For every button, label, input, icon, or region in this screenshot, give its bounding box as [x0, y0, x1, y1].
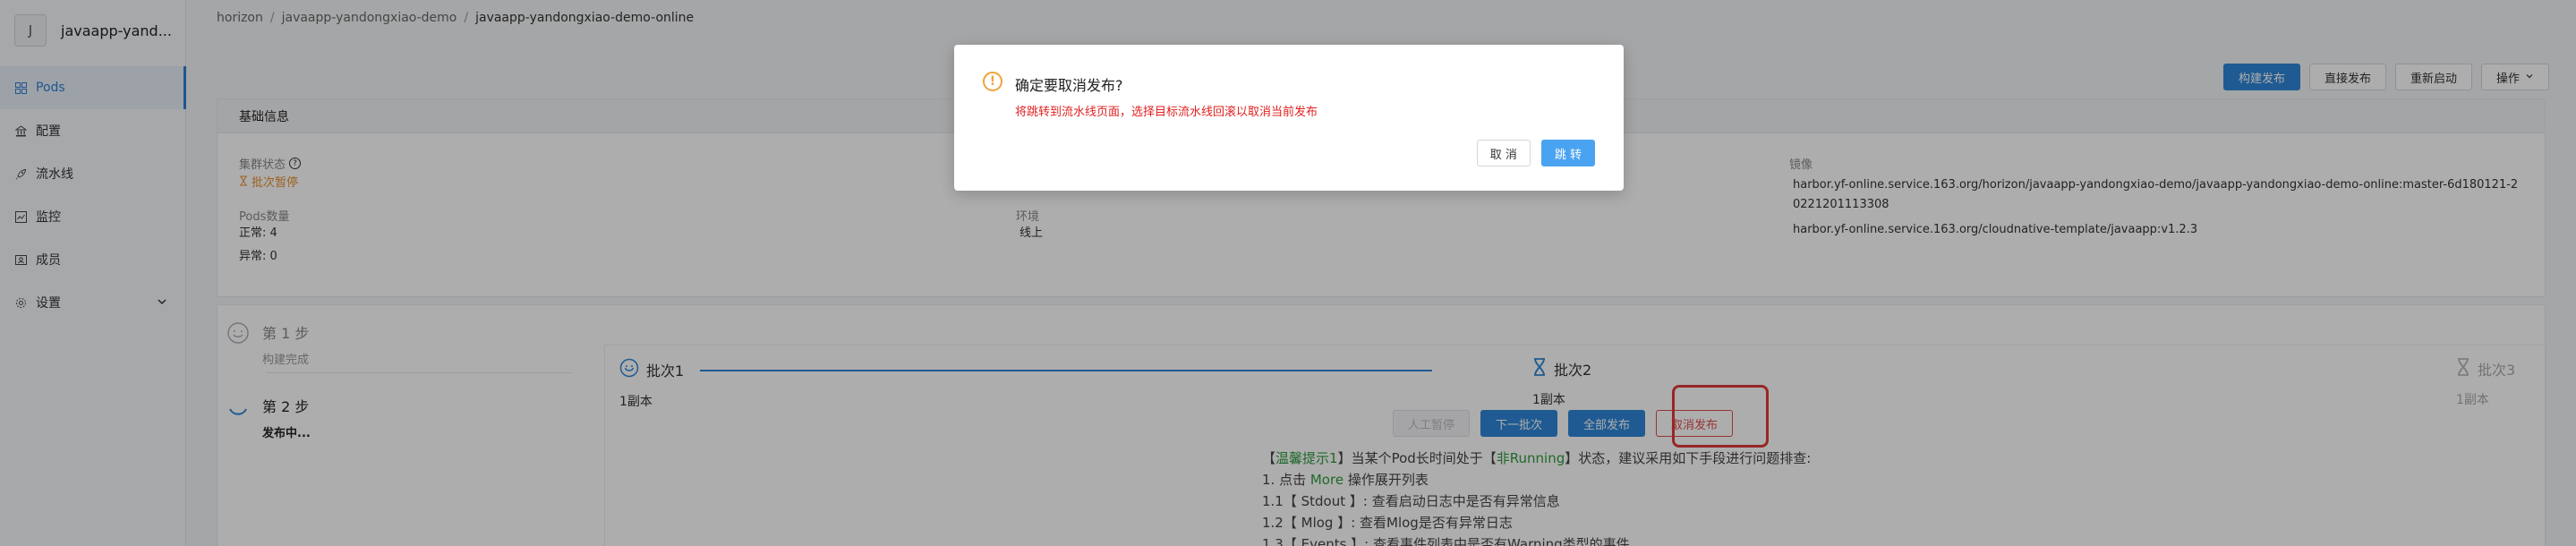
modal-cancel-button[interactable]: 取 消 — [1476, 140, 1531, 166]
modal-actions: 取 消 跳 转 — [1476, 140, 1595, 166]
modal-title: 确定要取消发布? — [1015, 77, 1123, 94]
modal-confirm-button[interactable]: 跳 转 — [1540, 140, 1595, 166]
confirm-modal: ! 确定要取消发布? 将跳转到流水线页面，选择目标流水线回滚以取消当前发布 取 … — [954, 45, 1624, 191]
modal-description: 将跳转到流水线页面，选择目标流水线回滚以取消当前发布 — [1015, 106, 1318, 119]
warning-icon: ! — [983, 72, 1002, 91]
